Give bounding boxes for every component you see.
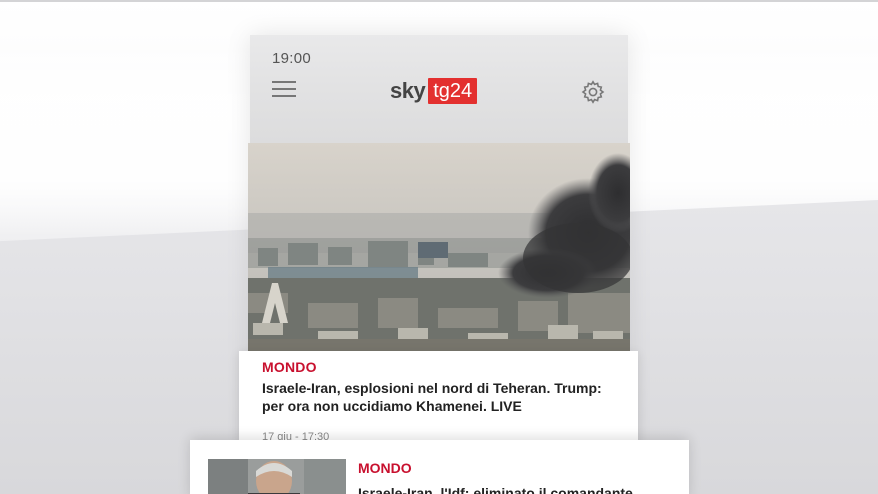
- article-category[interactable]: MONDO: [262, 359, 317, 375]
- logo-tg24-badge: tg24: [428, 78, 478, 104]
- article-card[interactable]: MONDO Israele-Iran, l'Idf: eliminato il …: [190, 440, 689, 494]
- logo-sky-text: sky: [390, 78, 426, 103]
- status-time: 19:00: [272, 50, 312, 67]
- article-card[interactable]: MONDO Israele-Iran, esplosioni nel nord …: [239, 351, 638, 443]
- sky-tg24-logo[interactable]: sky tg24: [390, 78, 478, 104]
- gear-icon[interactable]: [581, 80, 605, 104]
- hero-image[interactable]: [248, 143, 630, 351]
- article-category[interactable]: MONDO: [358, 460, 412, 476]
- article-thumbnail[interactable]: [208, 459, 346, 494]
- hamburger-menu-icon[interactable]: [272, 81, 296, 99]
- article-headline[interactable]: Israele-Iran, esplosioni nel nord di Teh…: [262, 379, 622, 415]
- top-divider: [0, 0, 878, 2]
- article-headline[interactable]: Israele-Iran, l'Idf: eliminato il comand…: [358, 484, 678, 494]
